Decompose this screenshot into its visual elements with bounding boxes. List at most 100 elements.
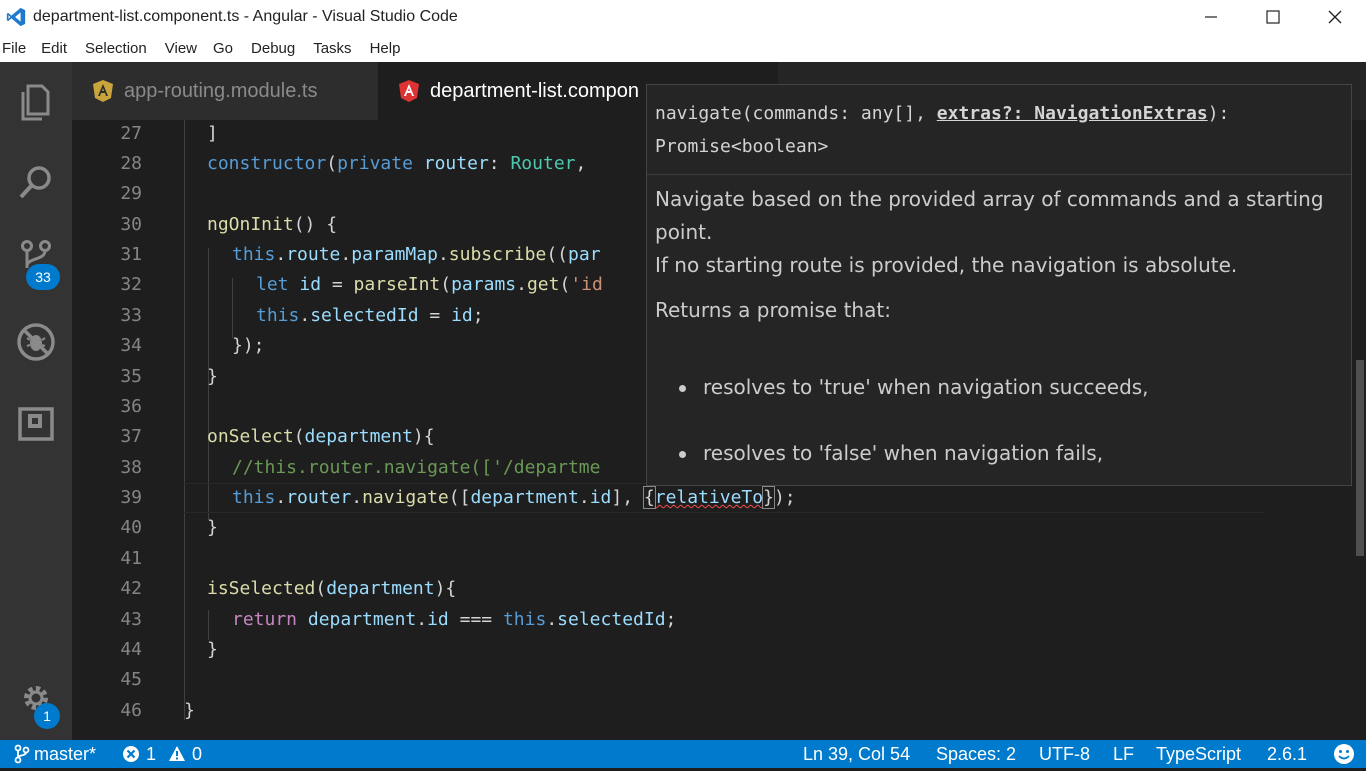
window-title: department-list.component.ts - Angular -… [33,8,458,25]
settings-badge: 1 [34,703,60,729]
editor-scrollbar[interactable] [1352,120,1366,740]
code-line: this.route.paramMap.subscribe((par [232,244,601,265]
close-icon [1328,10,1342,24]
menu-debug[interactable]: Debug [251,40,311,57]
line-number: 44 [120,639,142,660]
signature-active-param: extras?: NavigationExtras [936,103,1208,124]
debug-button[interactable] [14,320,58,364]
line-number: 45 [120,669,142,690]
menu-selection[interactable]: Selection [85,40,163,57]
debug-icon [17,323,55,361]
code-line: //this.router.navigate(['/departme [232,457,601,478]
line-number: 39 [120,487,142,508]
error-icon [123,746,139,762]
menu-view[interactable]: View [165,40,211,57]
search-icon [19,166,51,199]
line-number: 28 [120,153,142,174]
files-icon [21,84,50,121]
code-line: isSelected(department){ [207,578,457,599]
language-mode[interactable]: TypeScript [1156,740,1241,768]
code-line: this.selectedId = id; [256,305,484,326]
cursor-position[interactable]: Ln 39, Col 54 [803,740,910,768]
encoding[interactable]: UTF-8 [1039,740,1090,768]
error-count: 1 [146,744,157,764]
code-line: } [207,366,218,387]
indent-guide [232,278,233,338]
line-number: 35 [120,366,142,387]
line-number: 27 [120,123,142,144]
extensions-icon [18,407,54,441]
smiley-icon [1334,744,1354,764]
menu-bar: File Edit Selection View Go Debug Tasks … [0,34,1366,62]
status-bar: master* 1 0 Ln 39, Col 54 Spaces: 2 UTF-… [0,740,1366,768]
signature: navigate(commands: any[], extras?: Navig… [647,85,1351,175]
line-number: 32 [120,274,142,295]
explorer-button[interactable] [14,80,58,124]
tab-label: app-routing.module.ts [124,79,318,102]
signature-return: Promise<boolean> [655,136,829,157]
feedback-button[interactable] [1333,740,1355,768]
minimize-icon [1205,16,1217,18]
extensions-button[interactable] [14,401,58,445]
code-line: ngOnInit() { [207,214,338,235]
scrollbar-thumb[interactable] [1356,360,1364,556]
doc-list: resolves to 'true' when navigation succe… [655,371,1343,470]
menu-go[interactable]: Go [213,40,249,57]
activity-bar: 33 1 [0,62,72,740]
hover-tooltip: navigate(commands: any[], extras?: Navig… [646,84,1352,486]
code-line: onSelect(department){ [207,426,435,447]
typescript-version[interactable]: 2.6.1 [1267,740,1307,768]
vscode-logo-icon [6,7,26,27]
line-number: 43 [120,609,142,630]
line-number: 38 [120,457,142,478]
line-number: 46 [120,700,142,721]
doc-paragraph: Returns a promise that: [655,298,891,322]
doc-list-item: resolves to 'true' when navigation succe… [679,371,1343,404]
tab-label: department-list.compon [430,79,639,102]
minimize-button[interactable] [1180,0,1242,34]
line-number: 41 [120,548,142,569]
branch-name: master* [34,744,97,764]
line-number: 34 [120,335,142,356]
line-number: 31 [120,244,142,265]
warning-count: 0 [192,744,203,764]
signature-text: navigate(commands: any[], [655,103,937,124]
line-number: 30 [120,214,142,235]
indentation[interactable]: Spaces: 2 [936,740,1016,768]
maximize-icon [1266,10,1280,24]
problems-indicator[interactable]: 1 0 [122,740,202,768]
angular-file-icon [93,80,113,102]
menu-file[interactable]: File [2,40,39,57]
line-number: 42 [120,578,142,599]
code-line: }); [232,335,265,356]
menu-edit[interactable]: Edit [41,40,83,57]
code-line: } [184,700,195,721]
angular-file-icon [399,80,419,102]
maximize-button[interactable] [1242,0,1304,34]
code-line: ] [207,123,218,144]
code-line: constructor(private router: Router, [207,153,587,174]
scm-count-badge: 33 [26,264,60,290]
menu-tasks[interactable]: Tasks [313,40,367,57]
signature-text: ): [1207,103,1230,124]
doc-paragraph: Navigate based on the provided array of … [655,187,1324,277]
search-button[interactable] [14,160,58,204]
close-button[interactable] [1304,0,1366,34]
branch-indicator[interactable]: master* [14,740,96,768]
code-line: let id = parseInt(params.get('id [256,274,603,295]
line-number: 33 [120,305,142,326]
line-number: 40 [120,517,142,538]
menu-help[interactable]: Help [370,40,409,57]
git-branch-icon [14,744,30,764]
warning-icon [169,746,186,761]
line-number: 37 [120,426,142,447]
end-of-line[interactable]: LF [1113,740,1134,768]
indent-guide [184,120,185,720]
code-line: } [207,517,218,538]
tab-app-routing[interactable]: app-routing.module.ts [72,62,378,120]
code-line: } [207,639,218,660]
title-bar: department-list.component.ts - Angular -… [0,0,1366,34]
line-number: 36 [120,396,142,417]
documentation: Navigate based on the provided array of … [647,175,1351,511]
code-line: return department.id === this.selectedId… [232,609,677,630]
